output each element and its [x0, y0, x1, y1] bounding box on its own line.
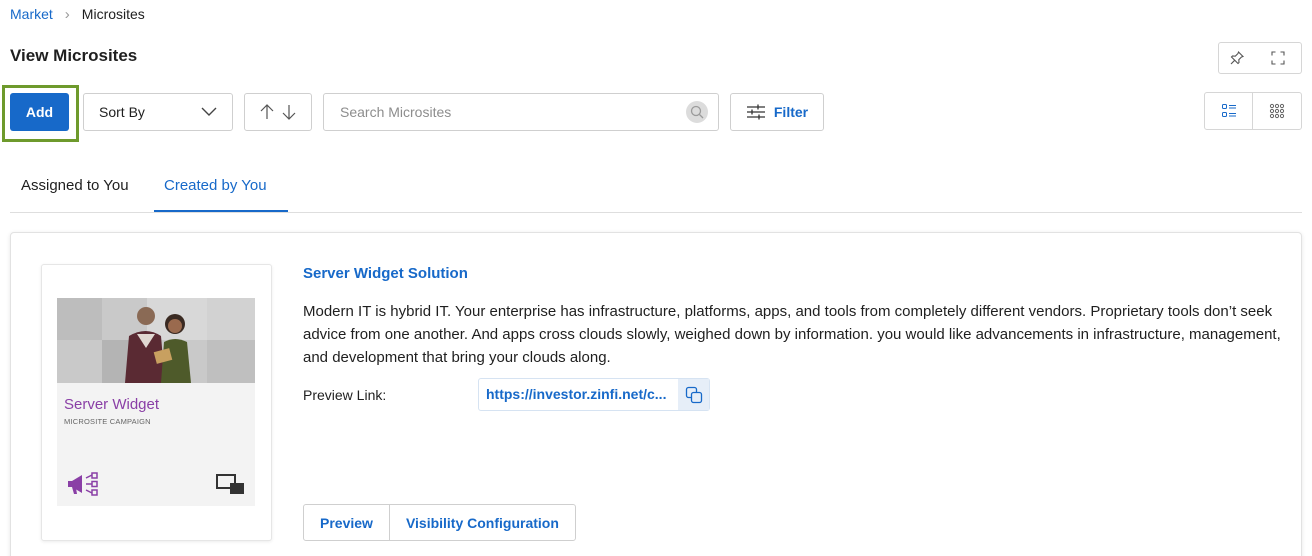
pin-button[interactable] — [1218, 42, 1255, 74]
grid-view-button[interactable] — [1252, 92, 1302, 130]
tabs-divider — [10, 212, 1302, 213]
search-input[interactable] — [324, 94, 664, 130]
add-button[interactable]: Add — [10, 93, 69, 131]
arrow-up-icon — [260, 104, 274, 119]
screen-icon — [216, 474, 244, 494]
chevron-down-icon — [201, 107, 217, 116]
fullscreen-button[interactable] — [1254, 42, 1302, 74]
grid-view-icon — [1269, 103, 1285, 119]
sort-by-label: Sort By — [99, 104, 145, 120]
preview-link-box: https://investor.zinfi.net/c... — [478, 378, 710, 411]
tab-assigned-to-you[interactable]: Assigned to You — [21, 177, 129, 194]
breadcrumb-current: Microsites — [81, 6, 145, 22]
expand-icon — [1270, 51, 1285, 65]
page-title: View Microsites — [10, 46, 138, 65]
filter-button[interactable]: Filter — [730, 93, 824, 131]
thumbnail-subtitle: MICROSITE CAMPAIGN — [64, 417, 151, 426]
search-box — [323, 93, 719, 131]
thumbnail-title: Server Widget — [64, 396, 160, 413]
arrow-down-icon — [282, 105, 296, 120]
preview-link-label: Preview Link: — [303, 387, 387, 403]
microsite-description: Modern IT is hybrid IT. Your enterprise … — [303, 303, 1281, 366]
breadcrumb: Market › Microsites — [10, 6, 145, 22]
list-view-button[interactable] — [1204, 92, 1253, 130]
microsite-title-link[interactable]: Server Widget Solution — [303, 265, 468, 282]
filter-label: Filter — [773, 104, 809, 120]
tab-created-by-you[interactable]: Created by You — [164, 177, 267, 194]
active-tab-indicator — [154, 210, 288, 212]
copy-link-button[interactable] — [678, 379, 709, 410]
sort-by-select[interactable]: Sort By — [83, 93, 233, 131]
megaphone-network-icon — [68, 472, 98, 496]
search-icon[interactable] — [686, 101, 708, 123]
microsite-actions: Preview Visibility Configuration — [303, 504, 576, 541]
sort-order-button[interactable] — [244, 93, 312, 131]
breadcrumb-market-link[interactable]: Market — [10, 6, 53, 22]
copy-icon — [685, 386, 702, 403]
sliders-icon — [746, 104, 765, 120]
list-view-icon — [1221, 104, 1236, 117]
microsite-thumbnail[interactable]: Server Widget MICROSITE CAMPAIGN — [57, 298, 255, 506]
thumbnail-photo — [57, 298, 255, 383]
chevron-right-icon: › — [64, 5, 70, 23]
preview-button[interactable]: Preview — [304, 505, 389, 540]
pin-icon — [1230, 50, 1244, 65]
visibility-configuration-button[interactable]: Visibility Configuration — [388, 505, 575, 540]
preview-link-url[interactable]: https://investor.zinfi.net/c... — [479, 379, 678, 410]
